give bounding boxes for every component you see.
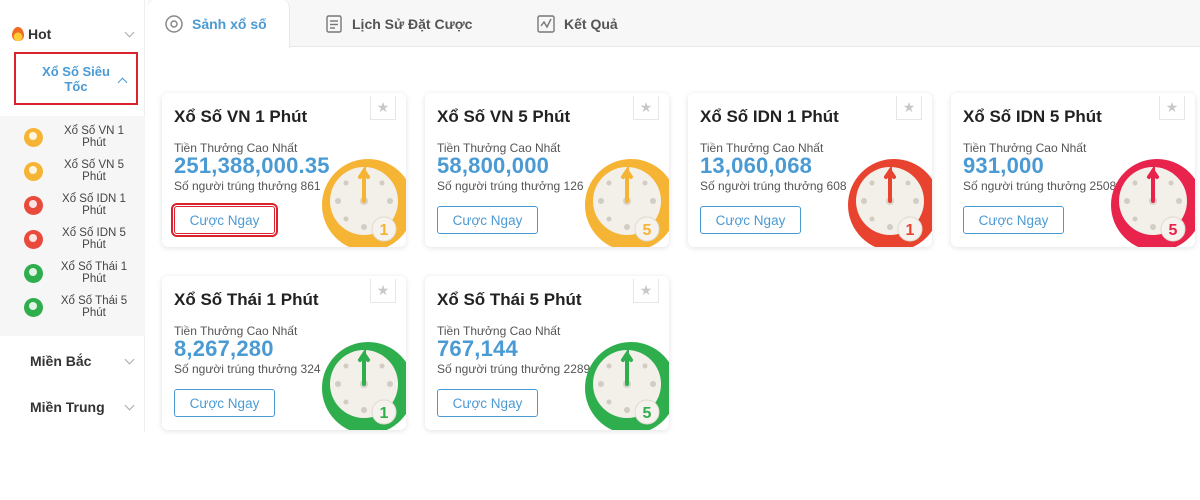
bet-now-button[interactable]: Cược Ngay bbox=[171, 203, 278, 237]
card-digit: 5 bbox=[1169, 222, 1178, 239]
lottery-card[interactable]: Xổ Số Thái 5 Phút ★ Tiền Thưởng Cao Nhất… bbox=[425, 276, 669, 430]
sidebar-item-label: Xổ Số VN 1 Phút bbox=[63, 125, 125, 149]
bet-history-icon bbox=[326, 14, 342, 33]
tab-lottery-lobby[interactable]: Sảnh xổ số bbox=[148, 0, 290, 48]
chevron-down-icon bbox=[124, 400, 135, 410]
bet-now-button[interactable]: Cược Ngay bbox=[437, 389, 538, 417]
prize-amount: 13,060,068 bbox=[700, 153, 813, 178]
sidebar-group-label: Xổ Số Siêu Tốc bbox=[42, 63, 110, 94]
flame-icon bbox=[12, 27, 24, 41]
winner-count: Số người trúng thưởng 2508 bbox=[963, 179, 1117, 193]
lottery-ball-icon bbox=[24, 297, 43, 317]
card-title: Xổ Số IDN 5 Phút bbox=[963, 107, 1102, 126]
stopwatch-icon: 1 bbox=[322, 342, 406, 430]
sidebar-item-idn-5[interactable]: Xổ Số IDN 5 Phút bbox=[0, 222, 145, 256]
star-icon[interactable]: ★ bbox=[633, 96, 659, 120]
bet-now-button[interactable]: Cược Ngay bbox=[963, 206, 1064, 234]
bet-now-button[interactable]: Cược Ngay bbox=[700, 206, 801, 234]
winner-count: Số người trúng thưởng 608 bbox=[700, 179, 847, 193]
sidebar-item-vn-5[interactable]: Xổ Số VN 5 Phút bbox=[0, 154, 145, 188]
tab-label: Lịch Sử Đặt Cược bbox=[352, 15, 473, 32]
sidebar-group-mien-trung[interactable]: Miền Trung bbox=[0, 387, 145, 427]
card-title: Xổ Số IDN 1 Phút bbox=[700, 107, 839, 126]
prize-amount: 58,800,000 bbox=[437, 153, 550, 178]
prize-amount: 251,388,000.35 bbox=[174, 153, 330, 178]
tab-bar: Sảnh xổ số Lịch Sử Đặt Cược Kết Quả bbox=[148, 0, 1200, 48]
card-digit: 1 bbox=[906, 222, 915, 239]
lottery-ball-icon bbox=[24, 161, 43, 181]
sidebar-group-xo-so-sieu-toc[interactable]: Xổ Số Siêu Tốc bbox=[14, 52, 138, 105]
winner-count: Số người trúng thưởng 2289 bbox=[437, 362, 591, 376]
chevron-down-icon bbox=[124, 27, 135, 37]
tab-bet-history[interactable]: Lịch Sử Đặt Cược bbox=[324, 0, 472, 47]
star-icon[interactable]: ★ bbox=[370, 96, 396, 120]
chevron-down-icon bbox=[124, 354, 135, 364]
lottery-card[interactable]: Xổ Số Thái 1 Phút ★ Tiền Thưởng Cao Nhất… bbox=[162, 276, 406, 430]
sidebar: Hot Xổ Số Siêu Tốc Xổ Số VN 1 Phút Xổ Số… bbox=[0, 0, 145, 432]
stopwatch-icon: 1 bbox=[322, 159, 406, 247]
results-chart-icon bbox=[537, 14, 555, 33]
card-title: Xổ Số Thái 1 Phút bbox=[174, 290, 319, 309]
sidebar-group-hot[interactable]: Hot bbox=[0, 22, 145, 46]
tab-results[interactable]: Kết Quả bbox=[536, 0, 618, 47]
sidebar-group-label: Miền Bắc bbox=[30, 353, 92, 369]
card-title: Xổ Số Thái 5 Phút bbox=[437, 290, 582, 309]
sidebar-item-label: Xổ Số IDN 1 Phút bbox=[62, 193, 126, 217]
sidebar-item-vn-1[interactable]: Xổ Số VN 1 Phút bbox=[0, 120, 145, 154]
star-icon[interactable]: ★ bbox=[896, 96, 922, 120]
winner-count: Số người trúng thưởng 324 bbox=[174, 362, 321, 376]
chevron-up-icon bbox=[117, 77, 128, 88]
lottery-lobby-icon bbox=[165, 15, 183, 33]
sidebar-item-thai-5[interactable]: Xổ Số Thái 5 Phút bbox=[0, 290, 145, 324]
sidebar-group-label: Miền Trung bbox=[30, 399, 105, 415]
card-title: Xổ Số VN 1 Phút bbox=[174, 107, 308, 126]
lottery-ball-icon bbox=[24, 263, 43, 283]
sidebar-item-label: Xổ Số IDN 5 Phút bbox=[62, 227, 126, 251]
card-digit: 5 bbox=[643, 222, 652, 239]
tab-label: Sảnh xổ số bbox=[192, 16, 267, 32]
prize-amount: 931,000 bbox=[963, 153, 1044, 178]
card-digit: 5 bbox=[643, 405, 652, 422]
stopwatch-icon: 5 bbox=[585, 342, 669, 430]
sidebar-item-label: Xổ Số VN 5 Phút bbox=[63, 159, 125, 183]
lottery-card[interactable]: Xổ Số IDN 5 Phút ★ Tiền Thưởng Cao Nhất … bbox=[951, 93, 1195, 247]
bet-now-button[interactable]: Cược Ngay bbox=[437, 206, 538, 234]
star-icon[interactable]: ★ bbox=[1159, 96, 1185, 120]
sidebar-group-label: Hot bbox=[28, 26, 52, 42]
sidebar-group-mien-bac[interactable]: Miền Bắc bbox=[0, 341, 145, 381]
lottery-ball-icon bbox=[24, 127, 43, 147]
star-icon[interactable]: ★ bbox=[370, 279, 396, 303]
stopwatch-icon: 5 bbox=[1111, 159, 1195, 247]
lottery-card[interactable]: Xổ Số VN 5 Phút ★ Tiền Thưởng Cao Nhất 5… bbox=[425, 93, 669, 247]
sidebar-item-label: Xổ Số Thái 1 Phút bbox=[60, 261, 128, 285]
lottery-ball-icon bbox=[24, 229, 43, 249]
prize-amount: 8,267,280 bbox=[174, 336, 274, 361]
card-digit: 1 bbox=[380, 405, 389, 422]
lottery-ball-icon bbox=[24, 195, 43, 215]
prize-amount: 767,144 bbox=[437, 336, 518, 361]
bet-now-button[interactable]: Cược Ngay bbox=[174, 389, 275, 417]
sidebar-item-label: Xổ Số Thái 5 Phút bbox=[60, 295, 128, 319]
lottery-card[interactable]: Xổ Số VN 1 Phút ★ Tiền Thưởng Cao Nhất 2… bbox=[162, 93, 406, 247]
winner-count: Số người trúng thưởng 861 bbox=[174, 179, 321, 193]
star-icon[interactable]: ★ bbox=[633, 279, 659, 303]
winner-count: Số người trúng thưởng 126 bbox=[437, 179, 584, 193]
stopwatch-icon: 5 bbox=[585, 159, 669, 247]
tab-label: Kết Quả bbox=[564, 15, 618, 32]
card-digit: 1 bbox=[380, 222, 389, 239]
sidebar-item-thai-1[interactable]: Xổ Số Thái 1 Phút bbox=[0, 256, 145, 290]
lottery-card[interactable]: Xổ Số IDN 1 Phút ★ Tiền Thưởng Cao Nhất … bbox=[688, 93, 932, 247]
card-title: Xổ Số VN 5 Phút bbox=[437, 107, 571, 126]
stopwatch-icon: 1 bbox=[848, 159, 932, 247]
sidebar-sublist: Xổ Số VN 1 Phút Xổ Số VN 5 Phút Xổ Số ID… bbox=[0, 116, 145, 336]
sidebar-item-idn-1[interactable]: Xổ Số IDN 1 Phút bbox=[0, 188, 145, 222]
